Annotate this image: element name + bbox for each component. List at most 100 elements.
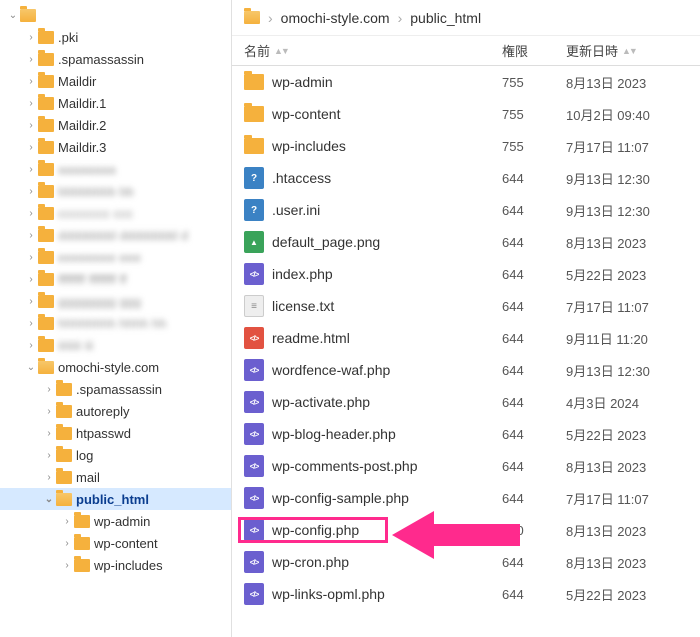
chevron-right-icon[interactable]: › xyxy=(26,252,36,263)
file-modified-date: 7月17日 11:07 xyxy=(566,297,700,316)
table-row[interactable]: wp-config.php6008月13日 2023 xyxy=(232,514,700,546)
folder-icon xyxy=(74,515,90,528)
column-perm[interactable]: 権限 xyxy=(502,41,566,60)
breadcrumb-item[interactable]: omochi-style.com xyxy=(281,10,390,26)
chevron-right-icon[interactable]: › xyxy=(26,274,36,285)
folder-icon xyxy=(38,53,54,66)
tree-item[interactable]: ›.spamassassin xyxy=(0,48,231,70)
folder-icon xyxy=(56,427,72,440)
table-row[interactable]: default_page.png6448月13日 2023 xyxy=(232,226,700,258)
tree-item[interactable]: ›htpasswd xyxy=(0,422,231,444)
chevron-right-icon[interactable]: › xyxy=(26,120,36,131)
table-row[interactable]: index.php6445月22日 2023 xyxy=(232,258,700,290)
folder-icon xyxy=(38,295,54,308)
tree-item[interactable]: ⌄ public_html xyxy=(0,488,231,510)
file-permission: 644 xyxy=(502,203,566,218)
txt-icon xyxy=(244,295,264,317)
table-row[interactable]: wp-includes7557月17日 11:07 xyxy=(232,130,700,162)
chevron-right-icon[interactable]: › xyxy=(26,340,36,351)
chevron-right-icon[interactable]: › xyxy=(26,186,36,197)
tree-item[interactable]: ⌄ xyxy=(0,4,231,26)
tree-item[interactable]: ›eeeeeeee eee xyxy=(0,246,231,268)
chevron-down-icon[interactable]: ⌄ xyxy=(44,494,54,505)
chevron-down-icon[interactable]: ⌄ xyxy=(26,362,36,373)
folder-icon xyxy=(74,559,90,572)
table-row[interactable]: .user.ini6449月13日 12:30 xyxy=(232,194,700,226)
tree-item-label: iiiiiiii iii xyxy=(58,338,93,353)
tree-item[interactable]: ›aaaaaaaa xyxy=(0,158,231,180)
tree-item[interactable]: ›mail xyxy=(0,466,231,488)
tree-item[interactable]: ›wp-admin xyxy=(0,510,231,532)
file-name: wp-includes xyxy=(272,138,346,154)
tree-item-label: .spamassassin xyxy=(76,382,162,397)
tree-item[interactable]: ›wp-includes xyxy=(0,554,231,576)
tree-item[interactable]: › Maildir.2 xyxy=(0,114,231,136)
file-permission: 644 xyxy=(502,459,566,474)
table-row[interactable]: .htaccess6449月13日 12:30 xyxy=(232,162,700,194)
chevron-down-icon[interactable]: ⌄ xyxy=(8,10,18,21)
tree-item[interactable]: ›gggggggg ggg xyxy=(0,290,231,312)
chevron-right-icon[interactable]: › xyxy=(26,142,36,153)
tree-item[interactable]: ›Maildir xyxy=(0,70,231,92)
table-row[interactable]: wp-links-opml.php6445月22日 2023 xyxy=(232,578,700,610)
file-name: index.php xyxy=(272,266,333,282)
tree-item[interactable]: ›Maildir.1 xyxy=(0,92,231,114)
folder-icon xyxy=(38,185,54,198)
tree-item-label: dddddddd dddddddd d xyxy=(58,228,188,243)
table-row[interactable]: wp-config-sample.php6447月17日 11:07 xyxy=(232,482,700,514)
chevron-right-icon[interactable]: › xyxy=(44,450,54,461)
tree-item[interactable]: ›hhhhhhhh hhhh hh xyxy=(0,312,231,334)
chevron-right-icon[interactable]: › xyxy=(26,318,36,329)
chevron-right-icon[interactable]: › xyxy=(44,428,54,439)
tree-item[interactable]: ›ffffffff ffffffff ff xyxy=(0,268,231,290)
folder-icon xyxy=(244,106,264,122)
table-row[interactable]: license.txt6447月17日 11:07 xyxy=(232,290,700,322)
chevron-right-icon[interactable]: › xyxy=(44,472,54,483)
chevron-right-icon[interactable]: › xyxy=(26,98,36,109)
table-row[interactable]: wp-cron.php6448月13日 2023 xyxy=(232,546,700,578)
img-icon xyxy=(244,231,264,253)
table-row[interactable]: wp-blog-header.php6445月22日 2023 xyxy=(232,418,700,450)
table-row[interactable]: wordfence-waf.php6449月13日 12:30 xyxy=(232,354,700,386)
tree-item[interactable]: ›bbbbbbbb bb xyxy=(0,180,231,202)
chevron-right-icon[interactable]: › xyxy=(62,560,72,571)
chevron-right-icon[interactable]: › xyxy=(26,32,36,43)
folder-icon xyxy=(38,361,54,374)
tree-item[interactable]: › iiiiiiii iii xyxy=(0,334,231,356)
chevron-right-icon[interactable]: › xyxy=(26,296,36,307)
chevron-right-icon[interactable]: › xyxy=(26,54,36,65)
column-name[interactable]: 名前 ▲▼ xyxy=(232,41,502,60)
table-row[interactable]: wp-comments-post.php6448月13日 2023 xyxy=(232,450,700,482)
tree-item-label: public_html xyxy=(76,492,149,507)
column-date[interactable]: 更新日時 ▲▼ xyxy=(566,41,700,60)
php-icon xyxy=(244,455,264,477)
table-row[interactable]: wp-content75510月2日 09:40 xyxy=(232,98,700,130)
table-row[interactable]: readme.html6449月11日 11:20 xyxy=(232,322,700,354)
breadcrumb: › omochi-style.com › public_html xyxy=(232,0,700,36)
chevron-right-icon[interactable]: › xyxy=(26,164,36,175)
tree-item[interactable]: ›log xyxy=(0,444,231,466)
tree-item[interactable]: ›cccccccc ccc xyxy=(0,202,231,224)
tree-item-label: Maildir.2 xyxy=(58,118,106,133)
file-name: wp-config.php xyxy=(272,522,359,538)
tree-item[interactable]: ›autoreply xyxy=(0,400,231,422)
php-icon xyxy=(244,391,264,413)
tree-item[interactable]: ›wp-content xyxy=(0,532,231,554)
table-row[interactable]: wp-activate.php6444月3日 2024 xyxy=(232,386,700,418)
file-permission: 755 xyxy=(502,107,566,122)
php-icon xyxy=(244,263,264,285)
table-row[interactable]: wp-admin7558月13日 2023 xyxy=(232,66,700,98)
tree-item[interactable]: › .spamassassin xyxy=(0,378,231,400)
chevron-right-icon[interactable]: › xyxy=(62,516,72,527)
chevron-right-icon[interactable]: › xyxy=(26,230,36,241)
chevron-right-icon[interactable]: › xyxy=(26,208,36,219)
tree-item[interactable]: ›.pki xyxy=(0,26,231,48)
breadcrumb-item[interactable]: public_html xyxy=(410,10,481,26)
chevron-right-icon[interactable]: › xyxy=(44,406,54,417)
tree-item[interactable]: ⌄omochi-style.com xyxy=(0,356,231,378)
chevron-right-icon[interactable]: › xyxy=(44,384,54,395)
tree-item[interactable]: › dddddddd dddddddd d xyxy=(0,224,231,246)
tree-item[interactable]: ›Maildir.3 xyxy=(0,136,231,158)
chevron-right-icon[interactable]: › xyxy=(26,76,36,87)
chevron-right-icon[interactable]: › xyxy=(62,538,72,549)
